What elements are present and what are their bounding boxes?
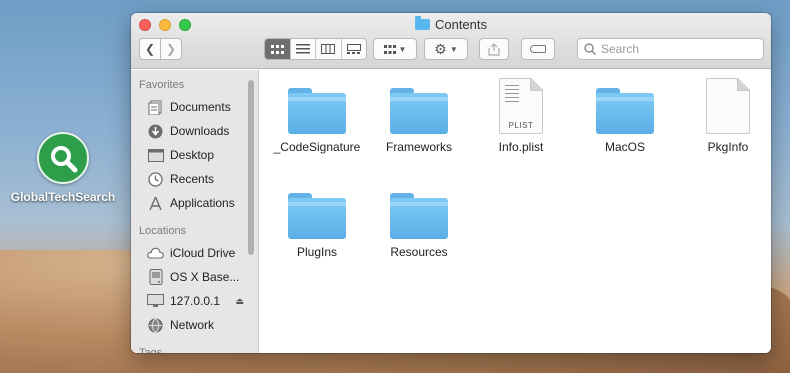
disk-icon <box>147 269 164 285</box>
sidebar-item-label: Recents <box>170 172 215 186</box>
search-input[interactable] <box>601 42 751 56</box>
icon-view-button[interactable] <box>265 39 290 59</box>
chevron-left-icon: ❮ <box>144 42 156 56</box>
desktop-app-label: GlobalTechSearch <box>10 190 116 204</box>
window-titlebar: Contents ❮ ❯ ▼ ⚙ ▼ Search <box>131 13 771 69</box>
display-icon <box>147 294 164 309</box>
documents-icon <box>147 100 164 115</box>
file-type-badge: PLIST <box>508 121 534 130</box>
downloads-icon <box>147 124 164 139</box>
applications-icon <box>147 196 164 211</box>
recents-icon <box>147 171 164 187</box>
sidebar-item-label: iCloud Drive <box>170 246 236 260</box>
search-field[interactable] <box>577 38 764 60</box>
forward-button[interactable]: ❯ <box>160 38 182 60</box>
sidebar-item-localhost[interactable]: 127.0.0.1 ⏏ <box>131 289 258 313</box>
folder-icon <box>596 88 654 134</box>
desktop-icon <box>147 148 164 163</box>
share-icon <box>488 42 500 56</box>
grid-icon <box>383 44 396 54</box>
chevron-down-icon: ▼ <box>398 44 407 54</box>
finder-window: Contents ❮ ❯ ▼ ⚙ ▼ Search Favorites Docu… <box>131 13 771 353</box>
desktop-app-icon[interactable]: GlobalTechSearch <box>8 132 118 204</box>
sidebar-item-label: Desktop <box>170 148 215 162</box>
tag-icon <box>530 45 546 53</box>
window-title: Contents <box>131 16 771 32</box>
sidebar-item-icloud-drive[interactable]: iCloud Drive <box>131 241 258 265</box>
sidebar-item-label: Downloads <box>170 124 230 138</box>
gallery-icon <box>346 44 361 54</box>
gallery-view-button[interactable] <box>340 39 367 59</box>
file-item-resources[interactable]: Resources <box>364 193 474 259</box>
folder-icon <box>390 88 448 134</box>
file-name: _CodeSignature <box>273 140 361 154</box>
toolbar: ❮ ❯ ▼ ⚙ ▼ Search <box>131 38 771 60</box>
sidebar-item-label: OS X Base... <box>170 270 240 284</box>
gear-icon: ⚙ <box>434 40 447 57</box>
folder-icon <box>414 16 430 30</box>
sidebar-item-recents[interactable]: Recents <box>131 167 258 191</box>
columns-icon <box>321 44 336 54</box>
grid-icon <box>270 44 284 54</box>
file-item-macos[interactable]: MacOS <box>570 88 680 154</box>
window-title-text: Contents <box>434 17 488 32</box>
list-icon <box>295 44 310 54</box>
search-icon <box>584 43 596 55</box>
list-view-button[interactable] <box>289 39 316 59</box>
plist-document-icon: PLIST <box>499 78 543 134</box>
column-view-button[interactable] <box>315 39 341 59</box>
sidebar-item-label: Applications <box>170 196 235 210</box>
sidebar-heading-tags: Tags <box>139 347 163 353</box>
view-mode-control <box>264 38 367 60</box>
file-name: Resources <box>390 245 448 259</box>
folder-icon <box>288 88 346 134</box>
file-name: Frameworks <box>385 140 452 154</box>
file-item-info-plist[interactable]: PLIST Info.plist <box>466 78 576 154</box>
file-item-plugins[interactable]: PlugIns <box>262 193 372 259</box>
group-by-button[interactable]: ▼ <box>373 38 417 60</box>
sidebar: Favorites Documents Downloads Desktop Re… <box>131 70 259 353</box>
sidebar-item-documents[interactable]: Documents <box>131 95 258 119</box>
sidebar-item-label: 127.0.0.1 <box>170 294 221 308</box>
magnifier-app-icon <box>37 132 89 184</box>
tags-button[interactable] <box>521 38 555 60</box>
sidebar-item-applications[interactable]: Applications <box>131 191 258 215</box>
sidebar-heading-locations: Locations <box>139 225 187 237</box>
document-icon <box>706 78 750 134</box>
sidebar-item-downloads[interactable]: Downloads <box>131 119 258 143</box>
sidebar-item-network[interactable]: Network <box>131 313 258 337</box>
back-button[interactable]: ❮ <box>139 38 161 60</box>
network-icon <box>147 318 164 333</box>
file-item-frameworks[interactable]: Frameworks <box>364 88 474 154</box>
file-item-pkginfo[interactable]: PkgInfo <box>673 78 771 154</box>
file-item-codesignature[interactable]: _CodeSignature <box>262 88 372 154</box>
folder-icon <box>390 193 448 239</box>
file-name: MacOS <box>604 140 645 154</box>
file-name: Info.plist <box>498 140 544 154</box>
file-name: PkgInfo <box>707 140 749 154</box>
icloud-icon <box>147 246 164 261</box>
sidebar-item-desktop[interactable]: Desktop <box>131 143 258 167</box>
sidebar-heading-favorites: Favorites <box>139 79 185 91</box>
sidebar-scrollbar[interactable] <box>248 80 254 255</box>
action-menu-button[interactable]: ⚙ ▼ <box>424 38 468 60</box>
share-button[interactable] <box>479 38 509 60</box>
eject-icon[interactable]: ⏏ <box>235 296 244 307</box>
chevron-right-icon: ❯ <box>165 42 177 56</box>
file-browser-content: _CodeSignature Frameworks PLIST Info.pli… <box>260 70 771 353</box>
file-name: PlugIns <box>296 245 338 259</box>
sidebar-item-label: Documents <box>170 100 231 114</box>
folder-icon <box>288 193 346 239</box>
chevron-down-icon: ▼ <box>449 44 458 54</box>
sidebar-item-label: Network <box>170 318 215 332</box>
sidebar-item-os-x-base[interactable]: OS X Base... <box>131 265 258 289</box>
